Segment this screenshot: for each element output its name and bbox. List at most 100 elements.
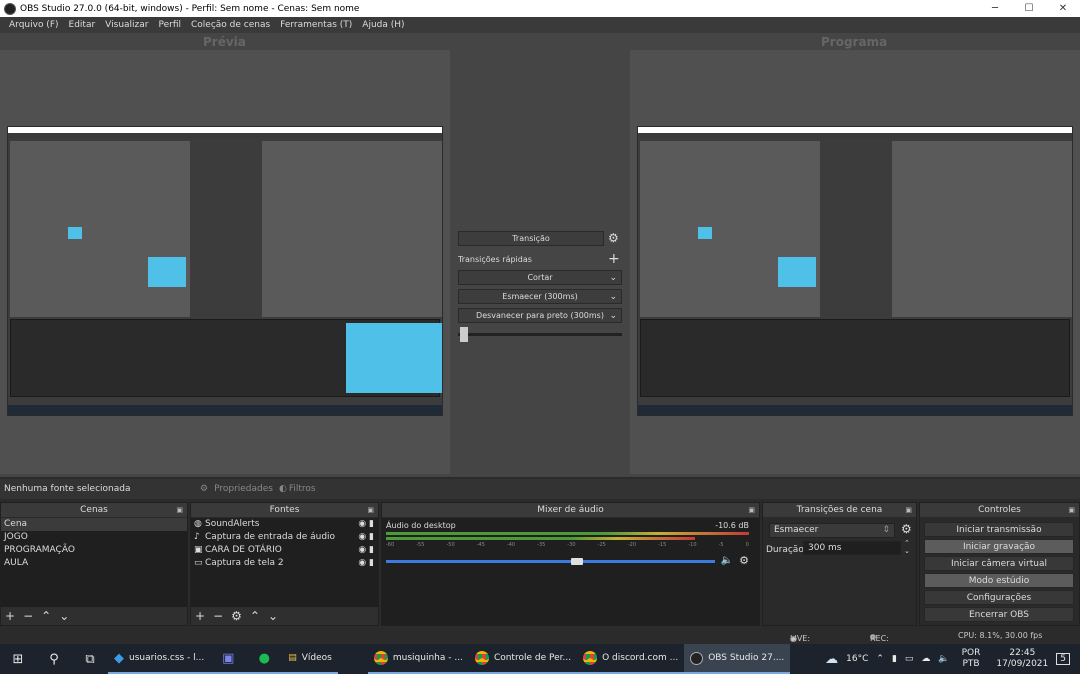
menu-visualizar[interactable]: Visualizar bbox=[100, 20, 153, 30]
chevron-down-icon[interactable]: ⌄ bbox=[609, 311, 617, 321]
source-item[interactable]: ▣ CARA DE OTÁRIO ◉ ▮ bbox=[191, 544, 378, 557]
menu-ajuda[interactable]: Ajuda (H) bbox=[357, 20, 409, 30]
source-label: Captura de entrada de áudio bbox=[205, 532, 336, 542]
menu-perfil[interactable]: Perfil bbox=[153, 20, 186, 30]
menu-editar[interactable]: Editar bbox=[64, 20, 101, 30]
chevron-down-icon[interactable]: ⌄ bbox=[609, 273, 617, 283]
clock[interactable]: 22:45 17/09/2021 bbox=[988, 648, 1056, 670]
undock-icon[interactable]: ▣ bbox=[1068, 506, 1075, 514]
visibility-eye-icon[interactable]: ◉ ▮ bbox=[358, 557, 374, 570]
taskbar-vscode[interactable]: ◆ usuarios.css - l... bbox=[108, 644, 211, 674]
windows-start-icon[interactable]: ⊞ bbox=[0, 644, 36, 674]
vscode-icon: ◆ bbox=[114, 650, 124, 666]
menu-colecao-cenas[interactable]: Coleção de cenas bbox=[186, 20, 275, 30]
menu-ferramentas[interactable]: Ferramentas (T) bbox=[275, 20, 357, 30]
transition-properties-gear-icon[interactable]: ⚙ bbox=[901, 523, 912, 535]
start-virtual-camera-button[interactable]: Iniciar câmera virtual bbox=[924, 556, 1074, 571]
move-up-icon[interactable]: ⌃ bbox=[41, 609, 51, 623]
minimize-button[interactable]: ─ bbox=[978, 0, 1012, 17]
remove-source-icon[interactable]: − bbox=[213, 609, 223, 623]
weather-temp[interactable]: 16°C bbox=[842, 654, 872, 664]
scene-item[interactable]: JOGO bbox=[1, 531, 187, 544]
title-bar: OBS Studio 27.0.0 (64-bit, windows) - Pe… bbox=[0, 0, 1080, 17]
speaker-muted-icon[interactable]: 🔈 bbox=[721, 555, 733, 566]
preview-canvas[interactable] bbox=[0, 50, 450, 474]
volume-icon[interactable]: 🔈 bbox=[934, 654, 953, 664]
quick-transition-fade[interactable]: Esmaecer (300ms) ⌄ bbox=[458, 289, 622, 304]
task-view-icon[interactable]: ⧉ bbox=[72, 644, 108, 674]
track-settings-gear-icon[interactable]: ⚙ bbox=[739, 554, 749, 567]
move-up-icon[interactable]: ⌃ bbox=[250, 609, 260, 623]
preview-label: Prévia bbox=[203, 35, 246, 49]
visibility-eye-icon[interactable]: ◉ ▮ bbox=[358, 531, 374, 544]
taskbar-chrome-1[interactable]: musiquinha - ... bbox=[367, 644, 469, 674]
transition-settings-gear-icon[interactable]: ⚙ bbox=[608, 232, 619, 244]
duration-field[interactable]: 300 ms bbox=[803, 541, 901, 555]
move-down-icon[interactable]: ⌄ bbox=[268, 609, 278, 623]
menu-arquivo[interactable]: Arquivo (F) bbox=[4, 20, 64, 30]
window-title: OBS Studio 27.0.0 (64-bit, windows) - Pe… bbox=[20, 3, 360, 14]
start-streaming-button[interactable]: Iniciar transmissão bbox=[924, 522, 1074, 537]
taskbar-chrome-2[interactable]: Controle de Per... bbox=[468, 644, 578, 674]
undock-icon[interactable]: ▣ bbox=[367, 506, 374, 514]
language-indicator[interactable]: POR PTB bbox=[954, 648, 989, 670]
transition-slider-track[interactable] bbox=[458, 333, 622, 336]
windows-taskbar: ⊞ ⚲ ⧉ ◆ usuarios.css - l... ▣ ● ▤ Vídeos m… bbox=[0, 644, 1080, 674]
taskbar-app-label: usuarios.css - l... bbox=[129, 653, 205, 663]
chevron-down-icon[interactable]: ⌄ bbox=[609, 292, 617, 302]
camera-icon: ▣ bbox=[194, 545, 203, 555]
properties-button[interactable]: Propriedades bbox=[214, 484, 273, 494]
remove-scene-icon[interactable]: − bbox=[23, 609, 33, 623]
filters-button[interactable]: Filtros bbox=[289, 484, 316, 494]
transition-slider-handle[interactable] bbox=[460, 327, 468, 342]
search-icon[interactable]: ⚲ bbox=[36, 644, 72, 674]
move-down-icon[interactable]: ⌄ bbox=[59, 609, 69, 623]
settings-button[interactable]: Configurações bbox=[924, 590, 1074, 605]
visibility-eye-icon[interactable]: ◉ ▮ bbox=[358, 518, 374, 531]
spotify-icon[interactable]: ● bbox=[246, 644, 283, 674]
microphone-icon[interactable]: ▮ bbox=[888, 654, 901, 664]
exit-button[interactable]: Encerrar OBS bbox=[924, 607, 1074, 622]
close-button[interactable]: ✕ bbox=[1046, 0, 1080, 17]
duration-stepper[interactable]: ⌃ ⌄ bbox=[904, 539, 910, 555]
taskbar-chrome-3[interactable]: O discord.com ... bbox=[577, 644, 685, 674]
quick-transition-fade-black[interactable]: Desvanecer para preto (300ms) ⌄ bbox=[458, 308, 622, 323]
volume-slider[interactable] bbox=[386, 558, 715, 565]
start-recording-button[interactable]: Iniciar gravação bbox=[924, 539, 1074, 554]
add-quick-transition-icon[interactable]: + bbox=[608, 252, 620, 266]
source-settings-gear-icon[interactable]: ⚙ bbox=[231, 609, 242, 623]
undock-icon[interactable]: ▣ bbox=[748, 506, 755, 514]
visibility-eye-icon[interactable]: ◉ ▮ bbox=[358, 544, 374, 557]
source-item[interactable]: ◍ SoundAlerts ◉ ▮ bbox=[191, 518, 378, 531]
volume-slider-knob[interactable] bbox=[570, 558, 583, 565]
scene-item[interactable]: AULA bbox=[1, 557, 187, 570]
cloud-icon[interactable]: ☁ bbox=[917, 654, 934, 664]
undock-icon[interactable]: ▣ bbox=[905, 506, 912, 514]
source-item[interactable]: ▭ Captura de tela 2 ◉ ▮ bbox=[191, 557, 378, 570]
transition-select[interactable]: Esmaecer ⇕ bbox=[769, 523, 895, 538]
taskbar-videos[interactable]: ▤ Vídeos bbox=[282, 644, 338, 674]
taskbar-obs[interactable]: OBS Studio 27.... bbox=[684, 644, 791, 674]
chevron-up-icon[interactable]: ⌃ bbox=[872, 654, 888, 664]
studio-mode-button[interactable]: Modo estúdio bbox=[924, 573, 1074, 588]
scene-item[interactable]: PROGRAMAÇÃO bbox=[1, 544, 187, 557]
source-item[interactable]: ♪ Captura de entrada de áudio ◉ ▮ bbox=[191, 531, 378, 544]
scene-item[interactable]: Cena bbox=[1, 518, 187, 531]
add-scene-icon[interactable]: + bbox=[5, 609, 15, 623]
quick-transition-cut[interactable]: Cortar ⌄ bbox=[458, 270, 622, 285]
add-source-icon[interactable]: + bbox=[195, 609, 205, 623]
teams-icon[interactable]: ▣ bbox=[210, 644, 247, 674]
cpu-status: CPU: 8.1%, 30.00 fps bbox=[958, 631, 1043, 640]
controls-header: Controles ▣ bbox=[920, 503, 1079, 517]
clock-time: 22:45 bbox=[1009, 648, 1036, 658]
notifications-button[interactable]: 5 bbox=[1056, 653, 1070, 665]
transition-button[interactable]: Transição bbox=[458, 231, 604, 246]
sources-dock-header: Fontes ▣ bbox=[191, 503, 378, 517]
filter-icon: ◐ bbox=[278, 484, 287, 494]
meter-tick-label: -50 bbox=[446, 542, 455, 548]
undock-icon[interactable]: ▣ bbox=[176, 506, 183, 514]
network-icon[interactable]: ▭ bbox=[901, 654, 918, 664]
mixer-body: Áudio do desktop -10.6 dB -60 -55 -50 -45 -4… bbox=[382, 518, 759, 625]
meter-tick-label: -20 bbox=[627, 542, 637, 548]
maximize-button[interactable]: ☐ bbox=[1012, 0, 1046, 17]
